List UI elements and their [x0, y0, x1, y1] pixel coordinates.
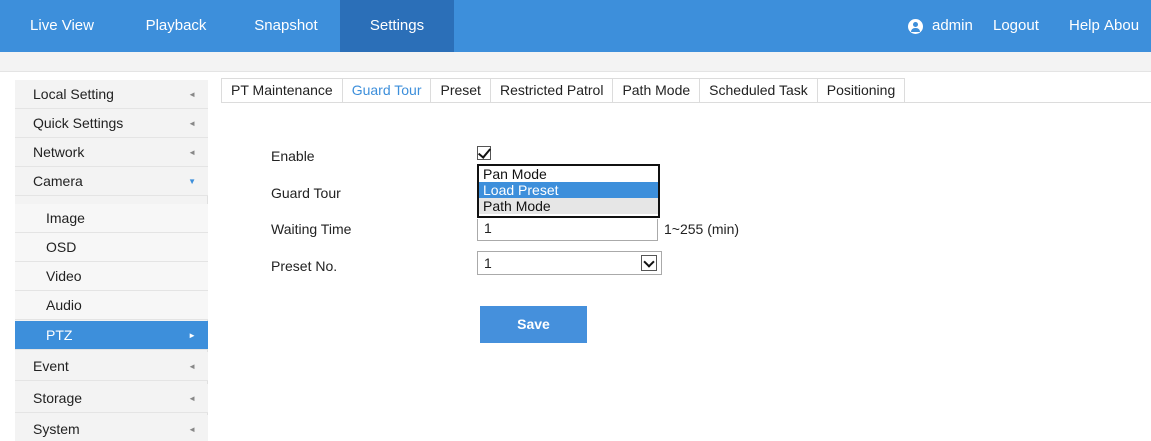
- sidebar-item-label: Image: [46, 210, 85, 226]
- sidebar-item-quick-settings[interactable]: Quick Settings ◄: [15, 109, 208, 138]
- dropdown-option-path-mode[interactable]: Path Mode: [479, 198, 658, 214]
- preset-no-select[interactable]: 1: [477, 251, 662, 275]
- sidebar-item-video[interactable]: Video: [15, 262, 208, 291]
- chevron-down-icon[interactable]: [641, 255, 657, 271]
- preset-no-label: Preset No.: [271, 258, 338, 274]
- guard-tour-dropdown-list[interactable]: Pan Mode Load Preset Path Mode: [477, 164, 660, 218]
- selected-arrow-icon: ►: [188, 331, 196, 340]
- sidebar-item-label: Quick Settings: [33, 115, 124, 131]
- sidebar-item-system[interactable]: System ◄: [15, 415, 208, 441]
- logout-link[interactable]: Logout: [993, 0, 1039, 52]
- collapse-arrow-icon: ◄: [188, 90, 196, 99]
- sidebar-item-network[interactable]: Network ◄: [15, 138, 208, 167]
- collapse-arrow-icon: ◄: [188, 119, 196, 128]
- waiting-time-range: 1~255 (min): [664, 221, 740, 237]
- tab-guard-tour[interactable]: Guard Tour: [342, 79, 432, 103]
- collapse-arrow-icon: ◄: [188, 425, 196, 434]
- expand-arrow-icon: ▼: [188, 177, 196, 186]
- enable-label: Enable: [271, 148, 315, 164]
- tab-divider: [221, 102, 1151, 103]
- sidebar-item-label: System: [33, 421, 80, 437]
- sidebar-item-label: Camera: [33, 173, 83, 189]
- collapse-arrow-icon: ◄: [188, 148, 196, 157]
- username-label: admin: [932, 17, 973, 34]
- sub-bar: [0, 52, 1151, 72]
- nav-settings[interactable]: Settings: [340, 0, 454, 52]
- nav-live-view[interactable]: Live View: [16, 0, 108, 52]
- tab-scheduled-task[interactable]: Scheduled Task: [700, 79, 818, 103]
- sidebar-item-label: Video: [46, 268, 82, 284]
- sidebar-item-label: Network: [33, 144, 85, 160]
- user-icon: [908, 19, 923, 34]
- dropdown-option-pan-mode[interactable]: Pan Mode: [479, 166, 658, 182]
- sidebar-item-label: Local Setting: [33, 86, 114, 102]
- waiting-time-label: Waiting Time: [271, 221, 352, 237]
- sidebar-item-ptz[interactable]: PTZ ►: [15, 321, 208, 350]
- tab-preset[interactable]: Preset: [431, 79, 491, 103]
- preset-no-value: 1: [484, 255, 492, 271]
- settings-sidebar: Local Setting ◄ Quick Settings ◄ Network…: [15, 80, 208, 441]
- help-link[interactable]: Help: [1069, 0, 1100, 52]
- nav-playback[interactable]: Playback: [126, 0, 226, 52]
- sidebar-item-label: Storage: [33, 390, 83, 406]
- sidebar-item-label: Event: [33, 358, 69, 374]
- waiting-time-input[interactable]: 1: [477, 219, 658, 241]
- save-button[interactable]: Save: [480, 306, 587, 343]
- ptz-tabs: PT Maintenance Guard Tour Preset Restric…: [221, 78, 906, 103]
- tab-pt-maintenance[interactable]: PT Maintenance: [222, 79, 343, 103]
- sidebar-item-audio[interactable]: Audio: [15, 291, 208, 320]
- top-navigation-bar: Live View Playback Snapshot Settings adm…: [0, 0, 1151, 52]
- nav-snapshot[interactable]: Snapshot: [236, 0, 336, 52]
- dropdown-option-load-preset[interactable]: Load Preset: [479, 182, 658, 198]
- tab-path-mode[interactable]: Path Mode: [613, 79, 701, 103]
- tab-positioning[interactable]: Positioning: [817, 79, 906, 103]
- collapse-arrow-icon: ◄: [188, 394, 196, 403]
- sidebar-item-image[interactable]: Image: [15, 204, 208, 233]
- sidebar-item-camera[interactable]: Camera ▼: [15, 167, 208, 196]
- guard-tour-label: Guard Tour: [271, 185, 341, 201]
- enable-checkbox[interactable]: [477, 146, 491, 160]
- collapse-arrow-icon: ◄: [188, 362, 196, 371]
- sidebar-item-label: Audio: [46, 297, 82, 313]
- sidebar-item-label: PTZ: [46, 327, 73, 343]
- sidebar-item-local-setting[interactable]: Local Setting ◄: [15, 80, 208, 109]
- sidebar-item-osd[interactable]: OSD: [15, 233, 208, 262]
- tab-restricted-patrol[interactable]: Restricted Patrol: [490, 79, 614, 103]
- about-link[interactable]: Abou: [1104, 0, 1139, 52]
- sidebar-item-event[interactable]: Event ◄: [15, 352, 208, 381]
- sidebar-item-storage[interactable]: Storage ◄: [15, 384, 208, 413]
- sidebar-item-label: OSD: [46, 239, 77, 255]
